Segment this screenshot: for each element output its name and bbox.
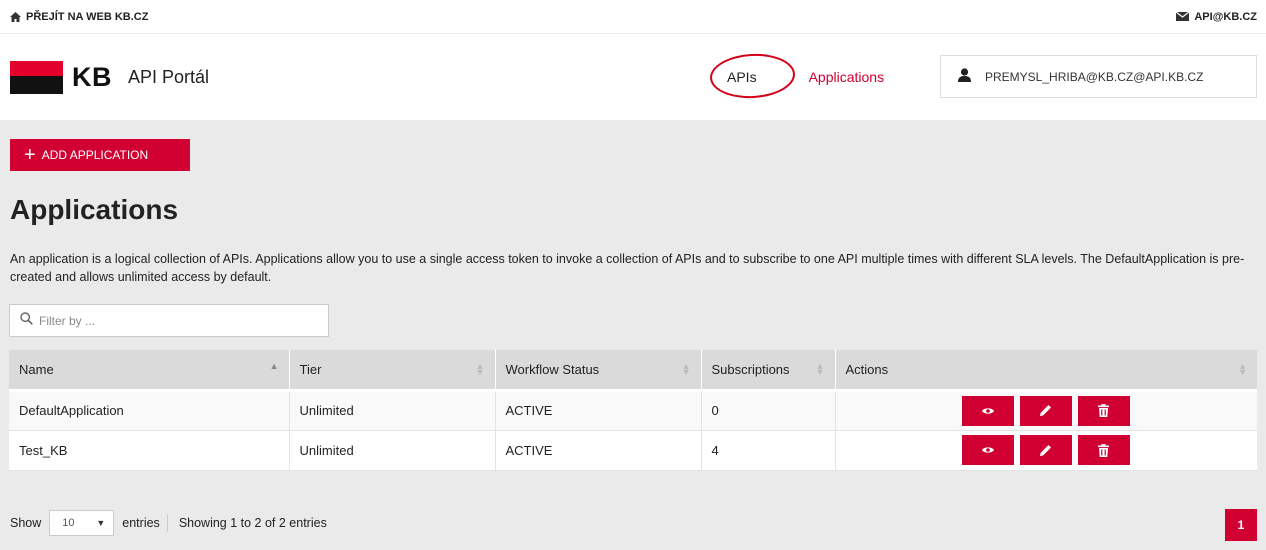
view-icon bbox=[981, 446, 994, 454]
edit-button[interactable] bbox=[1019, 435, 1072, 465]
top-utility-bar: PŘEJÍT NA WEB KB.CZ API@KB.CZ bbox=[0, 0, 1266, 34]
divider bbox=[166, 514, 168, 532]
page-description: An application is a logical collection o… bbox=[10, 252, 1245, 284]
sort-icon: ▲ ▼ bbox=[815, 361, 825, 377]
cell-actions bbox=[835, 430, 1257, 471]
search-icon bbox=[20, 311, 33, 330]
sort-icon: ▲ ▼ bbox=[1238, 361, 1247, 377]
page-length-select[interactable]: 10 ▼ bbox=[49, 510, 115, 536]
cell-status: ACTIVE bbox=[495, 390, 702, 431]
nav-applications[interactable]: Applications bbox=[809, 69, 885, 85]
logo-text: KB bbox=[72, 61, 112, 92]
cell-actions bbox=[835, 390, 1257, 431]
kb-logo[interactable]: KB bbox=[10, 60, 112, 94]
table-info: Showing 1 to 2 of 2 entries bbox=[178, 516, 327, 530]
view-icon bbox=[981, 407, 994, 415]
page-length-value: 10 bbox=[62, 517, 75, 529]
view-button[interactable] bbox=[961, 395, 1014, 426]
web-link-label: PŘEJÍT NA WEB KB.CZ bbox=[26, 10, 149, 23]
column-header-actions[interactable]: Actions ▲ ▼ bbox=[835, 350, 1257, 392]
logo-mark bbox=[10, 60, 63, 94]
portal-title: API Portál bbox=[128, 66, 210, 87]
caret-down-icon: ▼ bbox=[96, 518, 106, 528]
view-button[interactable] bbox=[961, 435, 1014, 465]
column-header-subscriptions[interactable]: Subscriptions ▲ ▼ bbox=[701, 350, 836, 392]
edit-icon bbox=[1039, 444, 1052, 457]
table-footer: Show 10 ▼ entries Showing 1 to 2 of 2 en… bbox=[10, 510, 327, 536]
add-application-label: ADD APPLICATION bbox=[41, 148, 149, 162]
delete-icon bbox=[1098, 443, 1109, 457]
user-name: PREMYSL_HRIBA@KB.CZ@API.KB.CZ bbox=[985, 69, 1204, 84]
column-header-name[interactable]: Name ▲ bbox=[9, 350, 290, 392]
main-nav: APIs Applications bbox=[708, 34, 885, 120]
user-icon bbox=[958, 68, 985, 85]
show-label: Show bbox=[10, 516, 42, 530]
site-header: KB API Portál APIs Applications PREMYSL_… bbox=[0, 34, 1266, 120]
entries-label: entries bbox=[122, 516, 160, 530]
plus-icon: + bbox=[24, 144, 36, 166]
filter-box bbox=[9, 304, 329, 337]
delete-button[interactable] bbox=[1077, 395, 1130, 426]
delete-button[interactable] bbox=[1077, 435, 1130, 465]
cell-tier: Unlimited bbox=[289, 430, 496, 471]
sort-asc-icon: ▲ bbox=[269, 361, 279, 371]
cell-name: DefaultApplication bbox=[9, 390, 290, 431]
annotation-circle bbox=[708, 51, 797, 101]
cell-subscriptions: 4 bbox=[701, 430, 836, 471]
web-link[interactable]: PŘEJÍT NA WEB KB.CZ bbox=[10, 11, 148, 23]
edit-icon bbox=[1039, 404, 1052, 417]
table-row: DefaultApplication Unlimited ACTIVE 0 bbox=[9, 390, 1257, 431]
cell-tier: Unlimited bbox=[289, 390, 496, 431]
mail-icon bbox=[1176, 12, 1190, 21]
cell-name: Test_KB bbox=[9, 430, 290, 471]
user-menu[interactable]: PREMYSL_HRIBA@KB.CZ@API.KB.CZ bbox=[940, 55, 1257, 98]
edit-button[interactable] bbox=[1019, 395, 1072, 426]
email-link[interactable]: API@KB.CZ bbox=[1176, 11, 1257, 23]
table-header-row: Name ▲ Tier ▲ ▼ Workflow Status ▲ ▼ Subscr… bbox=[9, 350, 1257, 392]
main-content: + ADD APPLICATION Applications An applic… bbox=[0, 120, 1266, 550]
pagination-page-1[interactable]: 1 bbox=[1225, 509, 1257, 541]
filter-input[interactable] bbox=[39, 313, 319, 328]
cell-status: ACTIVE bbox=[495, 430, 702, 471]
applications-table: Name ▲ Tier ▲ ▼ Workflow Status ▲ ▼ Subscr… bbox=[9, 350, 1257, 471]
page-title: Applications bbox=[10, 194, 179, 225]
email-link-label: API@KB.CZ bbox=[1194, 10, 1257, 23]
delete-icon bbox=[1098, 404, 1109, 417]
sort-icon: ▲ ▼ bbox=[475, 361, 485, 377]
sort-icon: ▲ ▼ bbox=[681, 361, 691, 377]
table-row: Test_KB Unlimited ACTIVE 4 bbox=[9, 430, 1257, 471]
nav-apis[interactable]: APIs bbox=[708, 51, 797, 101]
add-application-button[interactable]: + ADD APPLICATION bbox=[10, 139, 190, 171]
cell-subscriptions: 0 bbox=[701, 390, 836, 431]
column-header-tier[interactable]: Tier ▲ ▼ bbox=[289, 350, 496, 392]
column-header-workflow-status[interactable]: Workflow Status ▲ ▼ bbox=[495, 350, 702, 392]
home-icon bbox=[10, 11, 21, 22]
